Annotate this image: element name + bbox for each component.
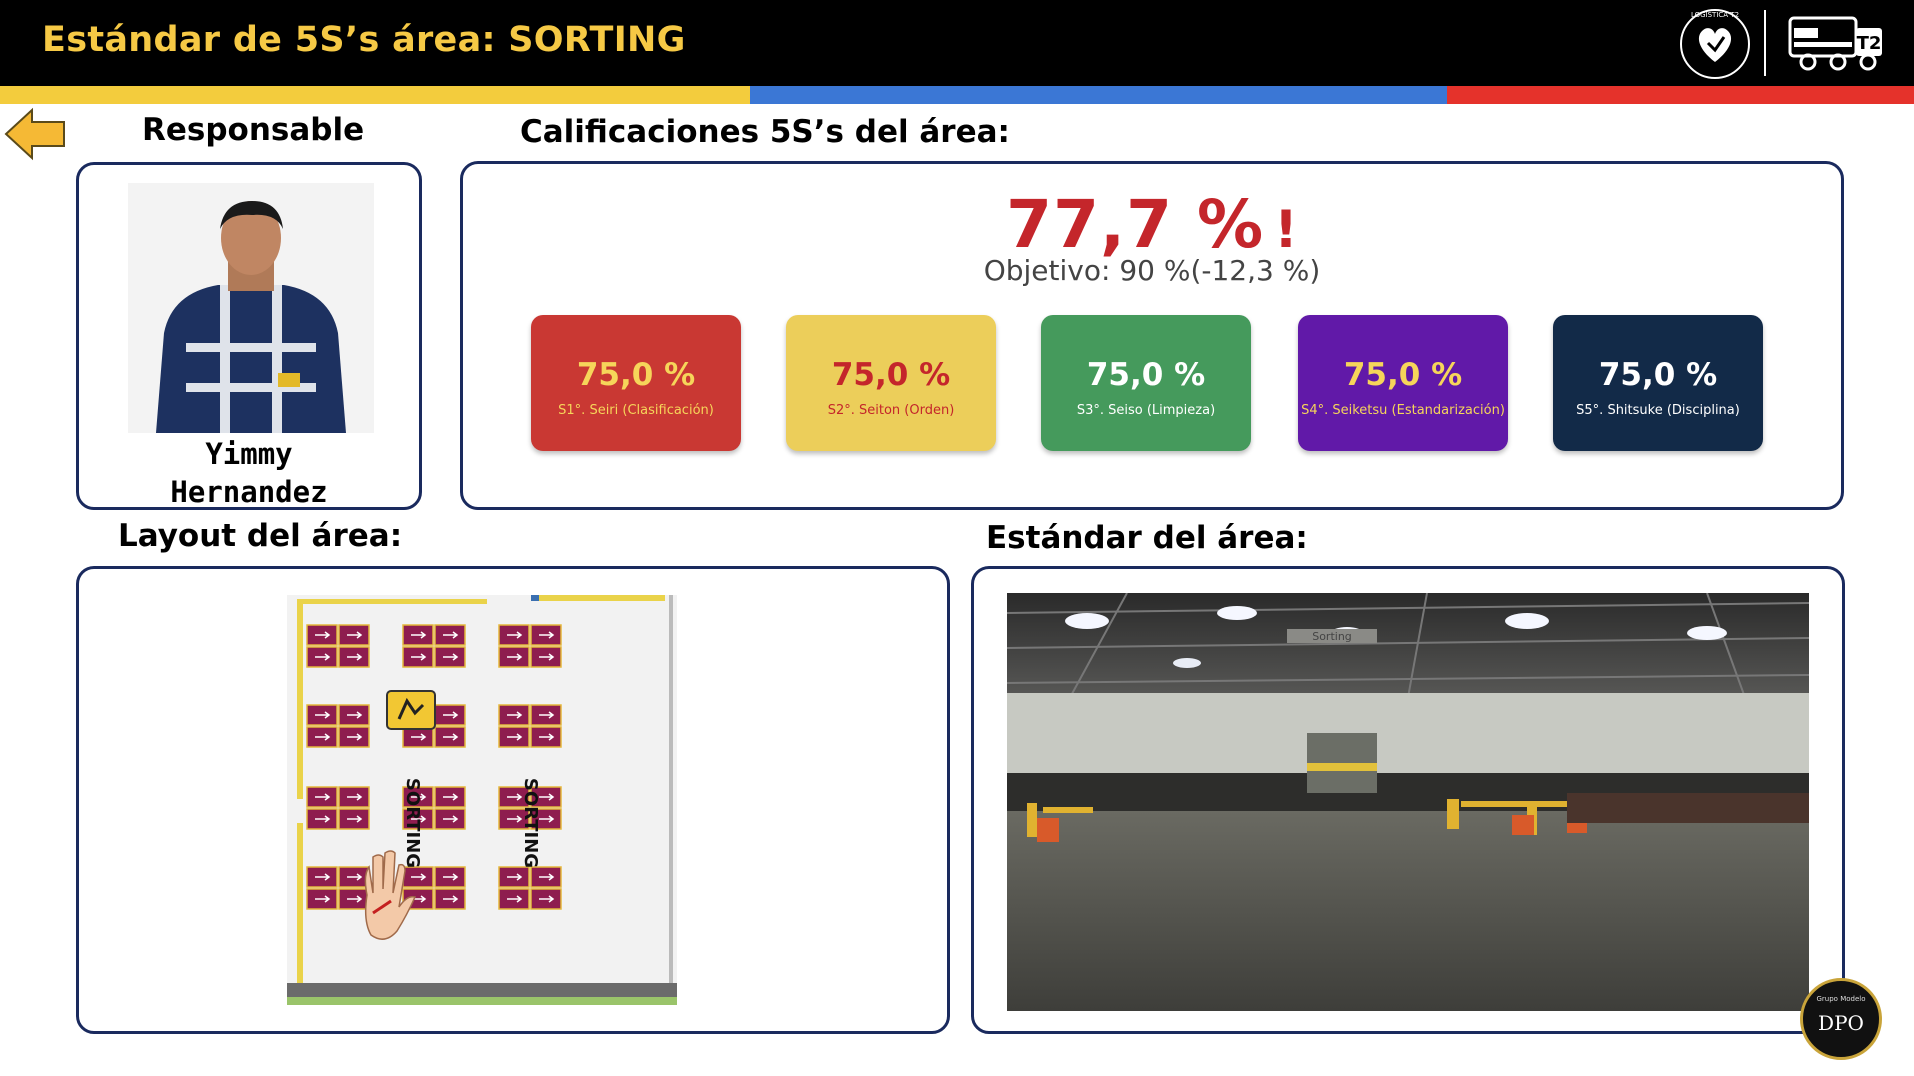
overall-score: 77,7 %! (463, 186, 1841, 263)
person-illustration (128, 183, 374, 433)
layout-panel: SORTING SORTING (76, 566, 950, 1034)
alert-icon: ! (1274, 200, 1298, 260)
s3-label: S3°. Seiso (Limpieza) (1076, 403, 1216, 418)
responsable-panel: Yimmy Hernandez (76, 162, 422, 510)
stripe-blue (750, 86, 1447, 104)
s5-label: S5°. Shitsuke (Disciplina) (1576, 403, 1740, 418)
responsable-first-name: Yimmy (205, 437, 293, 471)
s2-seiton-card[interactable]: 75,0 % S2°. Seiton (Orden) (786, 315, 996, 451)
s3-value: 75,0 % (1086, 357, 1206, 393)
objective-delta: (-12,3 %) (1190, 254, 1321, 287)
warehouse-sign: Sorting (1312, 630, 1352, 643)
s4-seiketsu-card[interactable]: 75,0 % S4°. Seiketsu (Estandarización) (1298, 315, 1508, 451)
responsable-photo (128, 183, 374, 433)
s4-label: S4°. Seiketsu (Estandarización) (1301, 403, 1505, 418)
calificaciones-panel: 77,7 %! Objetivo: 90 %(-12,3 %) 75,0 % S… (460, 161, 1844, 510)
s2-label: S2°. Seiton (Orden) (827, 403, 955, 418)
s1-label: S1°. Seiri (Clasificación) (558, 403, 714, 418)
s5-value: 75,0 % (1598, 357, 1718, 393)
calificaciones-heading: Calificaciones 5S’s del área: (520, 114, 1010, 150)
dpo-badge-top: Grupo Modelo (1816, 995, 1866, 1003)
sorting-label-1: SORTING (402, 778, 423, 868)
page: Estándar de 5S’s área: SORTING LOGÍSTICA… (0, 0, 1914, 1076)
s1-value: 75,0 % (576, 357, 696, 393)
dpo-badge-text: DPO (1818, 1011, 1864, 1035)
back-arrow-icon[interactable] (2, 106, 68, 162)
truck-logo-icon: T2 (1788, 16, 1882, 71)
s5-shitsuke-card[interactable]: 75,0 % S5°. Shitsuke (Disciplina) (1553, 315, 1763, 451)
score-objective: Objetivo: 90 %(-12,3 %) (463, 254, 1841, 287)
s2-value: 75,0 % (831, 357, 951, 393)
floor-plan: SORTING SORTING (287, 595, 677, 1005)
overall-score-value: 77,7 % (1006, 186, 1265, 263)
forklift-sign-icon (386, 690, 436, 730)
layout-heading: Layout del área: (118, 518, 403, 554)
logo-separator (1764, 10, 1766, 76)
page-title: Estándar de 5S’s área: SORTING (42, 20, 686, 60)
s4-value: 75,0 % (1343, 357, 1463, 393)
dpo-badge: Grupo Modelo DPO (1800, 978, 1882, 1060)
estandar-panel: Sorting (971, 566, 1845, 1034)
sorting-label-2: SORTING (520, 778, 541, 868)
s1-seiri-card[interactable]: 75,0 % S1°. Seiri (Clasificación) (531, 315, 741, 451)
stripe-yellow (0, 86, 750, 104)
s3-seiso-card[interactable]: 75,0 % S3°. Seiso (Limpieza) (1041, 315, 1251, 451)
warehouse-photo: Sorting (1007, 593, 1809, 1011)
objective-label: Objetivo: 90 % (983, 254, 1191, 287)
responsable-last-name: Hernandez (170, 475, 328, 509)
logo-text: LOGÍSTICA T2 (1691, 10, 1739, 19)
stripe-red (1447, 86, 1914, 104)
header-bar: Estándar de 5S’s área: SORTING LOGÍSTICA… (0, 0, 1914, 86)
logistica-t2-logo: LOGÍSTICA T2 (1680, 9, 1750, 79)
responsable-heading: Responsable (142, 112, 365, 148)
estandar-heading: Estándar del área: (986, 520, 1308, 556)
truck-logo-text: T2 (1857, 33, 1882, 54)
